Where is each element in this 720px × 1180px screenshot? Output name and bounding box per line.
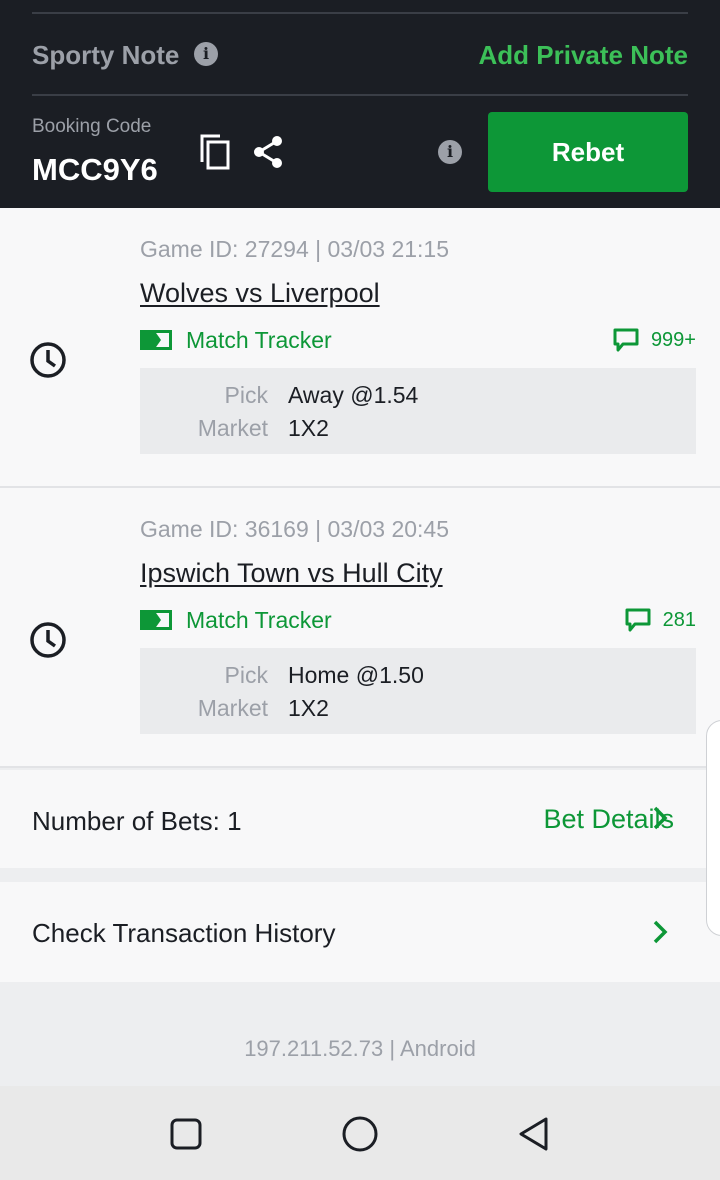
market-label: Market [197, 415, 268, 441]
comment-icon [625, 608, 651, 632]
bet-header: Sporty Note i Add Private Note Booking C… [0, 0, 720, 208]
pick-value: Home @1.50 [288, 662, 424, 688]
match-tracker-label: Match Tracker [186, 606, 332, 633]
system-nav-bar [0, 1086, 720, 1180]
sporty-note-title: Sporty Note [32, 40, 180, 70]
pick-label: Pick [224, 662, 268, 688]
game-title-link[interactable]: Wolves vs Liverpool [140, 278, 380, 309]
clock-icon [30, 342, 66, 378]
transaction-history-row[interactable]: Check Transaction History [0, 882, 720, 982]
recent-apps-icon[interactable] [166, 1114, 206, 1154]
back-icon[interactable] [514, 1114, 554, 1154]
comment-icon [613, 328, 639, 352]
booking-code-value: MCC9Y6 [32, 152, 158, 187]
match-tracker-label: Match Tracker [186, 326, 332, 353]
pick-label: Pick [224, 382, 268, 408]
clock-icon [30, 622, 66, 658]
match-tracker-link[interactable]: Match Tracker [140, 606, 332, 634]
rebet-button[interactable]: Rebet [488, 112, 688, 192]
note-info-icon[interactable]: i [194, 42, 218, 66]
chevron-right-icon[interactable] [652, 805, 668, 831]
game-meta: Game ID: 36169 | 03/03 20:45 [140, 516, 450, 542]
comments-button[interactable]: 999+ [613, 326, 696, 354]
pick-value: Away @1.54 [288, 382, 419, 408]
market-value: 1X2 [288, 695, 329, 721]
comment-count: 999+ [650, 328, 696, 351]
game-card: Game ID: 27294 | 03/03 21:15 Wolves vs L… [0, 208, 720, 488]
market-value: 1X2 [288, 415, 329, 441]
transaction-history-label: Check Transaction History [32, 918, 336, 948]
home-icon[interactable] [340, 1114, 380, 1154]
copy-icon[interactable] [198, 132, 232, 172]
rebet-info-icon[interactable]: i [438, 140, 462, 164]
comment-count: 281 [662, 608, 696, 631]
match-tracker-link[interactable]: Match Tracker [140, 326, 332, 354]
pick-box: Pick Home @1.50 Market 1X2 [140, 648, 696, 734]
pick-box: Pick Away @1.54 Market 1X2 [140, 368, 696, 454]
sporty-note-row: Sporty Note i Add Private Note [32, 14, 688, 96]
booking-code-label: Booking Code [32, 116, 152, 137]
game-meta: Game ID: 27294 | 03/03 21:15 [140, 236, 450, 262]
comments-button[interactable]: 281 [625, 606, 696, 634]
bets-summary-row: Number of Bets: 1 Bet Details [0, 770, 720, 868]
game-card: Game ID: 36169 | 03/03 20:45 Ipswich Tow… [0, 488, 720, 768]
add-private-note-link[interactable]: Add Private Note [479, 40, 689, 71]
chevron-right-icon [653, 920, 668, 944]
match-tracker-icon [140, 330, 172, 350]
match-tracker-icon [140, 610, 172, 630]
market-label: Market [197, 695, 268, 721]
side-drawer-handle[interactable] [706, 720, 720, 936]
share-icon[interactable] [252, 134, 284, 170]
number-of-bets: Number of Bets: 1 [32, 806, 242, 836]
device-info: 197.211.52.73 | Android [244, 1036, 476, 1061]
game-title-link[interactable]: Ipswich Town vs Hull City [140, 558, 443, 589]
